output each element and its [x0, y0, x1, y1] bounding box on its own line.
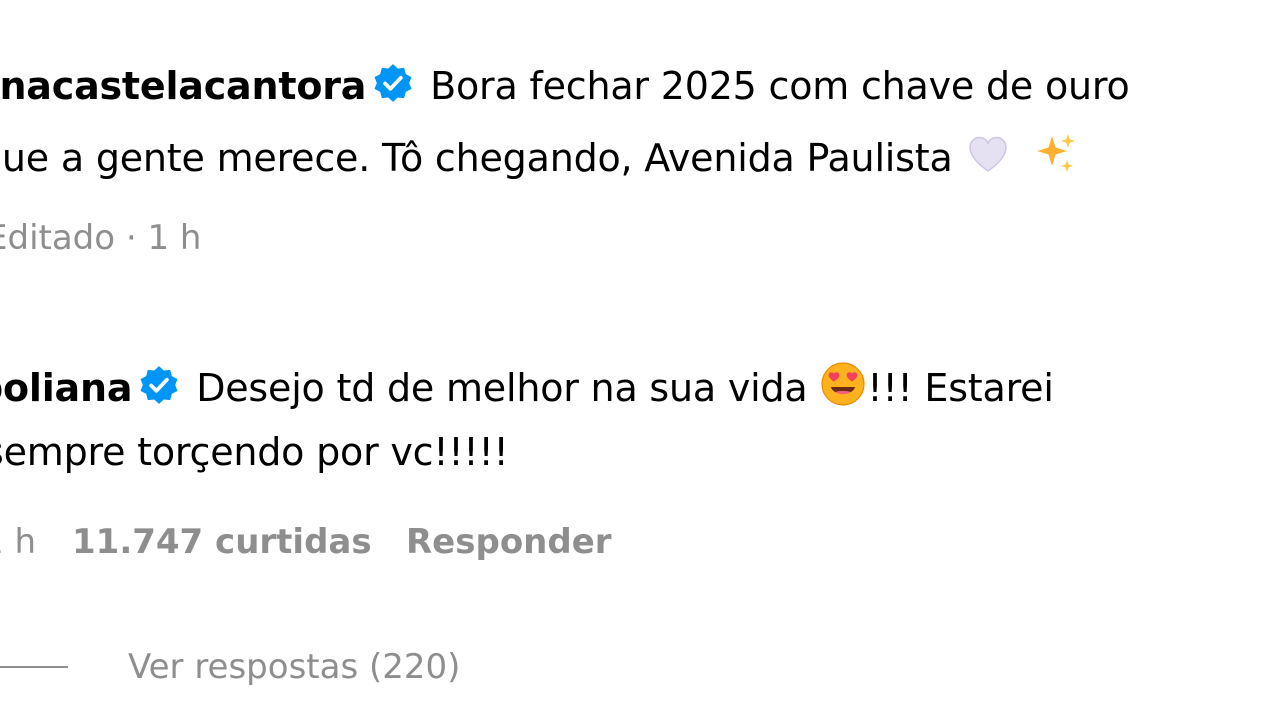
- heart-eyes-emoji-icon: [819, 360, 867, 408]
- comment-1-username[interactable]: anacastelacantora: [0, 64, 366, 108]
- comment-2-text-line-1a: Desejo td de melhor na sua vida: [196, 366, 808, 410]
- reply-button[interactable]: Responder: [406, 520, 612, 564]
- comment-1-line-2: que a gente merece. Tô chegando, Avenida…: [0, 130, 1080, 182]
- verified-badge-icon: [140, 366, 178, 404]
- comment-2-line-2: sempre torçendo por vc!!!!!: [0, 428, 509, 476]
- comment-2-line-1: poliana Desejo td de melhor na sua vida …: [0, 360, 1054, 412]
- comment-2-text-line-2: sempre torçendo por vc!!!!!: [0, 430, 509, 474]
- white-heart-icon: [964, 130, 1012, 178]
- comment-1-text-line-2: que a gente merece. Tô chegando, Avenida…: [0, 136, 953, 180]
- replies-divider: [0, 666, 68, 668]
- comment-1-meta: Editado · 1 h: [0, 218, 202, 258]
- verified-badge-icon: [374, 64, 412, 102]
- comment-2-text-line-1b: !!! Estarei: [867, 366, 1054, 410]
- comments-panel: anacastelacantora Bora fechar 2025 com c…: [0, 0, 1280, 720]
- comment-1-text-line-1: Bora fechar 2025 com chave de ouro: [430, 64, 1130, 108]
- comment-2-username[interactable]: poliana: [0, 366, 132, 410]
- sparkles-icon: [1032, 130, 1080, 178]
- comment-2-likes[interactable]: 11.747 curtidas: [72, 520, 372, 564]
- comment-2-time: 1 h: [0, 522, 36, 562]
- view-replies-button[interactable]: Ver respostas (220): [128, 645, 460, 689]
- comment-1-line-1: anacastelacantora Bora fechar 2025 com c…: [0, 62, 1130, 110]
